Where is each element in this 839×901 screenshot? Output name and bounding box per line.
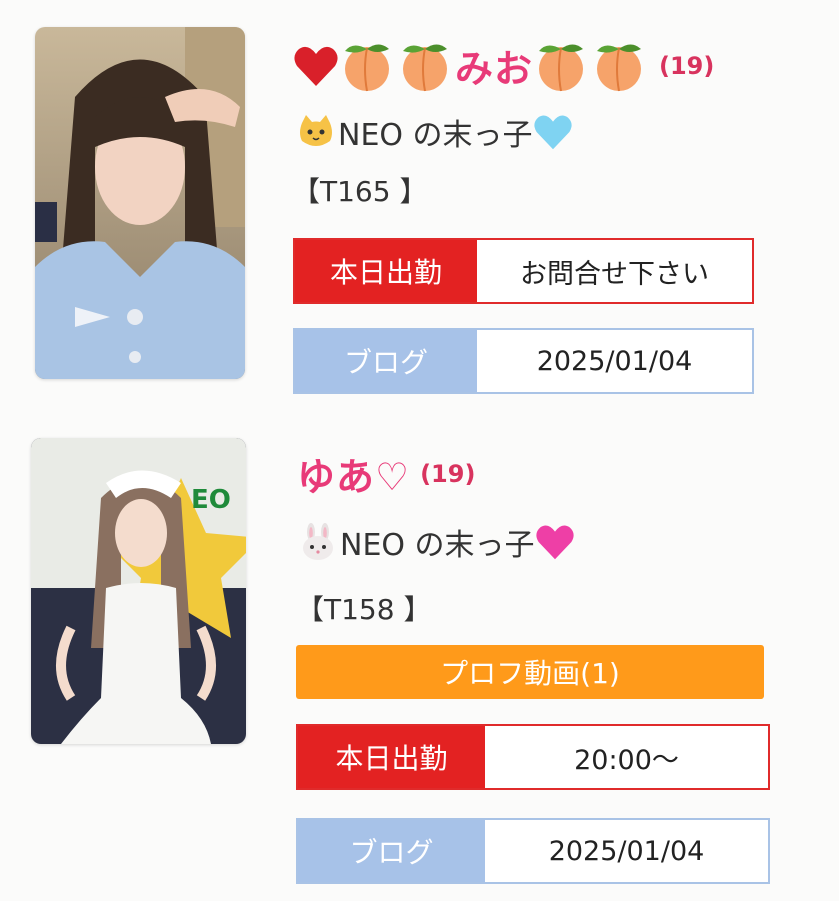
cast-name[interactable]: みお — [455, 38, 533, 93]
blog-date: 2025/01/04 — [548, 835, 705, 867]
cast-height: 【T158 】 — [296, 593, 432, 626]
peach-icon — [533, 39, 589, 93]
svg-text:EO: EO — [191, 485, 231, 515]
cast-name-line: ゆあ♡ (19) — [297, 446, 475, 501]
attendance-row[interactable]: 本日出勤 お問合せ下さい — [293, 238, 754, 304]
attendance-row[interactable]: 本日出勤 20:00〜 — [296, 724, 770, 790]
pink-heart-icon — [535, 523, 575, 561]
cast-photo-yua[interactable]: EO — [31, 438, 246, 744]
cat-face-icon — [296, 113, 336, 151]
attendance-label: 本日出勤 — [298, 726, 485, 788]
cast-card-mio: みお (19) NEO の末っ子 【T165 】 本日出勤 お問合せ下さい ブロ… — [0, 0, 839, 420]
cast-photo-mio[interactable] — [35, 27, 245, 379]
cast-age: (19) — [659, 51, 715, 80]
peach-icon — [591, 39, 647, 93]
blue-heart-icon — [533, 113, 573, 151]
attendance-value: お問合せ下さい — [520, 258, 709, 290]
photo-image — [35, 27, 245, 379]
rabbit-face-icon — [298, 523, 338, 561]
blog-row[interactable]: ブログ 2025/01/04 — [296, 818, 770, 884]
blog-label: ブログ — [295, 330, 477, 392]
profile-video-button[interactable]: プロフ動画(1) — [296, 645, 764, 699]
blog-row[interactable]: ブログ 2025/01/04 — [293, 328, 754, 394]
catchphrase-text: NEO の末っ子 — [340, 528, 535, 563]
cast-catchphrase: NEO の末っ子 — [298, 520, 577, 564]
blog-date: 2025/01/04 — [536, 345, 693, 377]
peach-icon — [397, 39, 453, 93]
cast-height: 【T165 】 — [292, 175, 428, 208]
cast-catchphrase: NEO の末っ子 — [296, 110, 575, 154]
cast-name[interactable]: ゆあ♡ — [297, 446, 410, 501]
cast-age: (19) — [420, 459, 476, 488]
attendance-label: 本日出勤 — [295, 240, 477, 302]
catchphrase-text: NEO の末っ子 — [338, 118, 533, 153]
photo-image: EO — [31, 438, 246, 744]
heart-icon — [293, 44, 339, 88]
attendance-value: 20:00〜 — [574, 744, 679, 776]
blog-label: ブログ — [298, 820, 485, 882]
peach-icon — [339, 39, 395, 93]
cast-name-line: みお (19) — [293, 38, 714, 93]
cast-card-yua: EO ゆあ♡ (19) NEO の末っ子 【T158 】 プロフ動画(1) 本日… — [0, 420, 839, 901]
